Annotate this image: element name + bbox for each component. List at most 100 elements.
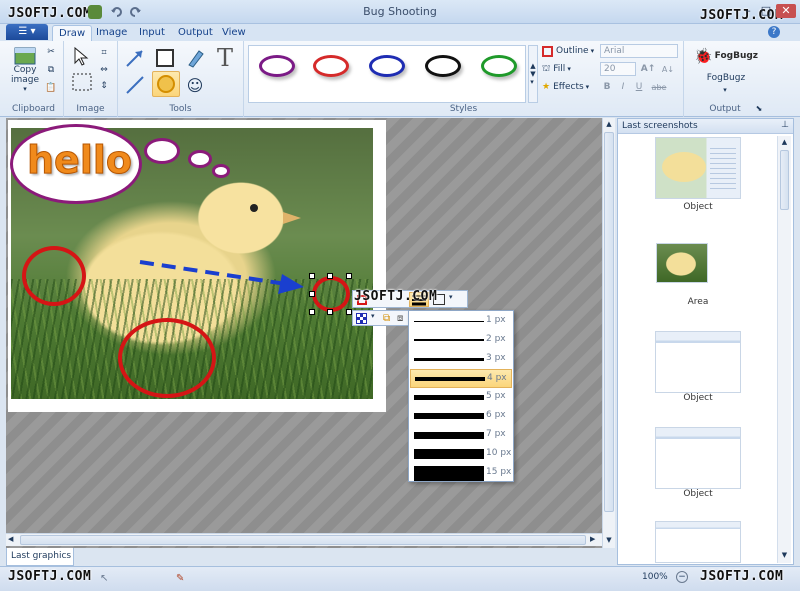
flip-horizontal-icon[interactable]: ⇔ [96, 63, 112, 77]
marker-tool-icon[interactable] [182, 45, 208, 71]
outline-button[interactable]: Outline ▾ [542, 43, 596, 59]
selected-red-circle[interactable] [312, 276, 350, 312]
line-width-option[interactable]: 2 px [410, 331, 512, 350]
selection-handle[interactable] [309, 309, 315, 315]
line-width-option[interactable]: 15 px [410, 464, 512, 483]
line-width-option[interactable]: 6 px [410, 407, 512, 426]
send-to-back-icon[interactable]: ⧈ [397, 313, 403, 324]
tab-image[interactable]: Image [90, 25, 133, 41]
scroll-up-arrow[interactable]: ▲ [780, 138, 789, 148]
screenshot-caption: Object [683, 489, 713, 499]
selection-handle[interactable] [346, 273, 352, 279]
chevron-down-icon[interactable]: ▾ [449, 293, 453, 301]
flip-vertical-icon[interactable]: ⇕ [96, 79, 112, 93]
fogbugz-label[interactable]: FogBugz [696, 71, 756, 85]
italic-button[interactable]: I [616, 80, 630, 94]
watermark: JSOFTJ.COM [700, 569, 784, 584]
dashed-arrow-annotation[interactable] [136, 254, 316, 298]
screenshot-thumbnail[interactable] [656, 243, 708, 283]
tab-last-graphics[interactable]: Last graphics [6, 548, 74, 566]
arrow-tool-icon[interactable] [122, 45, 148, 71]
font-name-combo[interactable]: Arial [600, 44, 678, 58]
dialog-launcher-icon[interactable]: ⬊ [754, 103, 764, 113]
style-green-ellipse[interactable] [481, 55, 517, 77]
line-width-option[interactable]: 10 px [410, 445, 512, 464]
selection-handle[interactable] [327, 309, 333, 315]
scroll-thumb[interactable] [20, 535, 586, 545]
crop-icon[interactable]: ⌗ [96, 45, 112, 61]
scroll-left-arrow[interactable]: ◀ [8, 535, 18, 545]
tab-view[interactable]: View [216, 25, 252, 41]
red-circle-annotation[interactable] [118, 318, 216, 398]
fill-pattern-icon[interactable] [356, 313, 367, 324]
ribbon: Copy image ▾ ✂ ⧉ 📋 Clipboard ⌗ ⇔ ⇕ Image… [0, 41, 800, 117]
line-width-option[interactable]: 7 px [410, 426, 512, 445]
tools-group-label: Tools [169, 104, 192, 114]
thought-dot-small[interactable] [212, 164, 230, 178]
thought-dot-medium[interactable] [188, 150, 212, 168]
canvas-vertical-scrollbar[interactable]: ▲ ▼ [602, 118, 615, 548]
shrink-font-button[interactable]: A↓ [660, 62, 676, 76]
effects-button[interactable]: ★ Effects ▾ [542, 79, 598, 95]
screenshot-thumbnail[interactable] [655, 331, 741, 393]
tab-input[interactable]: Input [133, 25, 171, 41]
gallery-scroll[interactable]: ▲ ▼ ▾ [528, 45, 538, 103]
style-black-ellipse[interactable] [425, 55, 461, 77]
screenshot-thumbnail[interactable] [655, 521, 741, 563]
bring-to-front-icon[interactable]: ⧉ [383, 313, 390, 324]
close-button[interactable]: ✕ [776, 4, 796, 18]
scroll-thumb[interactable] [604, 132, 614, 512]
select-pointer-icon[interactable] [70, 45, 92, 67]
text-tool-icon[interactable]: T [212, 44, 238, 72]
font-size-combo[interactable]: 20 [600, 62, 636, 76]
red-circle-annotation[interactable] [22, 246, 86, 306]
style-red-ellipse[interactable] [313, 55, 349, 77]
chevron-down-icon[interactable]: ▾ [720, 85, 730, 95]
bubble-text[interactable]: hello [27, 138, 133, 183]
scroll-right-arrow[interactable]: ▶ [590, 535, 600, 545]
copy-image-button[interactable]: Copy image ▾ [10, 45, 40, 95]
grow-font-button[interactable]: A↑ [640, 62, 656, 76]
stamp-tool-icon[interactable]: ☺ [182, 73, 208, 97]
tab-draw[interactable]: Draw [52, 25, 93, 41]
line-width-option[interactable]: 5 px [410, 388, 512, 407]
line-width-option[interactable]: 1 px [410, 312, 512, 331]
scroll-up-arrow[interactable]: ▲ [604, 120, 614, 130]
ellipse-tool-icon[interactable] [152, 71, 180, 97]
canvas-horizontal-scrollbar[interactable]: ◀ ▶ [6, 533, 602, 546]
chevron-down-icon[interactable]: ▾ [371, 312, 375, 320]
scroll-thumb[interactable] [780, 150, 789, 210]
pin-icon[interactable]: ⊥ [781, 120, 789, 130]
fill-button[interactable]: ⛫ Fill ▾ [542, 61, 596, 77]
thought-dot-large[interactable] [144, 138, 180, 164]
maximize-button[interactable]: □ [758, 4, 774, 18]
fogbugz-button[interactable]: 🐞 FogBugz [694, 43, 758, 69]
paste-icon[interactable]: 📋 [44, 81, 58, 95]
style-blue-ellipse[interactable] [369, 55, 405, 77]
tab-output[interactable]: Output [172, 25, 219, 41]
select-rect-icon[interactable] [70, 71, 94, 93]
minimize-button[interactable]: – [740, 4, 756, 18]
selection-handle[interactable] [309, 273, 315, 279]
screenshot-thumbnail[interactable] [655, 137, 741, 199]
style-purple-ellipse[interactable] [259, 55, 295, 77]
line-tool-icon[interactable] [122, 73, 148, 97]
underline-button[interactable]: U [632, 80, 646, 94]
selection-handle[interactable] [309, 291, 315, 297]
window-title: Bug Shooting [363, 5, 437, 18]
zoom-out-button[interactable]: − [676, 571, 688, 583]
copy-icon[interactable]: ⧉ [44, 63, 58, 77]
panel-vertical-scrollbar[interactable]: ▲ ▼ [777, 136, 791, 563]
cut-icon[interactable]: ✂ [44, 45, 58, 59]
strikethrough-button[interactable]: abe [648, 80, 670, 94]
bold-button[interactable]: B [600, 80, 614, 94]
app-menu-button[interactable]: ☰ ▾ [6, 24, 48, 40]
line-width-option-selected[interactable]: 4 px [410, 369, 512, 388]
screenshot-thumbnail[interactable] [655, 427, 741, 489]
line-width-option[interactable]: 3 px [410, 350, 512, 369]
rectangle-tool-icon[interactable] [152, 45, 178, 71]
scroll-down-arrow[interactable]: ▼ [604, 536, 614, 546]
scroll-down-arrow[interactable]: ▼ [780, 551, 789, 561]
help-icon[interactable]: ? [768, 26, 780, 38]
selection-handle[interactable] [327, 273, 333, 279]
